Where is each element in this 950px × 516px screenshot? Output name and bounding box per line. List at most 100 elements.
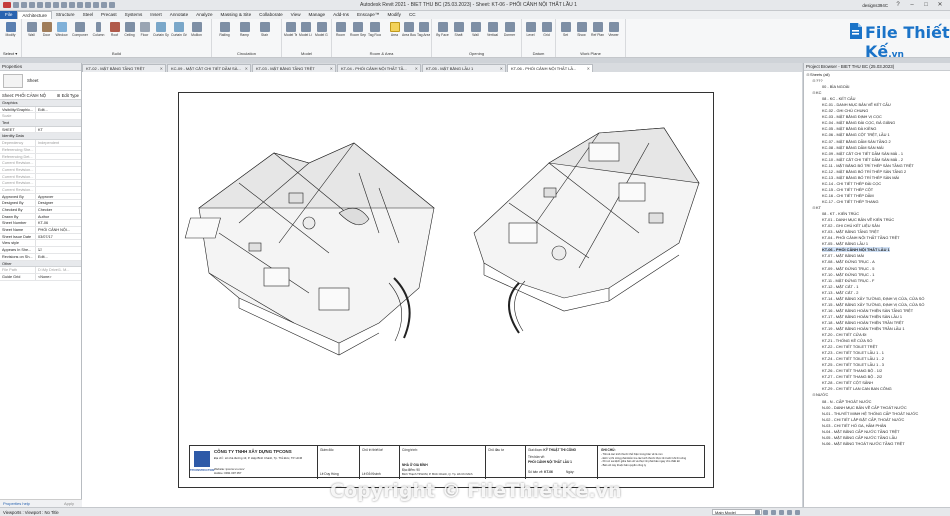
tool-dormer[interactable]: Dormer — [503, 22, 516, 37]
tool-area-boundary[interactable]: Area Boundary — [402, 22, 416, 37]
menu-enscape[interactable]: Enscape™ — [353, 11, 383, 19]
text-icon[interactable] — [77, 2, 83, 8]
tool-area[interactable]: Area — [388, 22, 401, 37]
property-category[interactable]: Text — [0, 120, 81, 127]
tab-kt-04[interactable]: KT-04 - PHỐI CẢNH NỘI THẤT TẦ... ✕ — [337, 64, 421, 72]
sync-icon[interactable] — [29, 2, 35, 8]
tab-close-icon[interactable]: ✕ — [330, 65, 333, 72]
tool-component[interactable]: Component — [72, 22, 88, 37]
maximize-button[interactable]: □ — [922, 2, 930, 8]
instance-filter[interactable]: Sheet: PHỐI CẢNH NỘ ⊞ Edit Type — [0, 91, 81, 100]
tab-kt-06[interactable]: KT-06 - PHỐI CẢNH NỘI THẤT LẦ... ✕ — [507, 64, 593, 72]
tool-grid[interactable]: Grid — [540, 22, 553, 37]
drawing-canvas[interactable]: TPCONSTRUCTION CÔNG TY TNHH XÂY DỰNG TPC… — [82, 72, 802, 508]
property-category[interactable]: Other — [0, 260, 81, 268]
close-button[interactable]: ✕ — [936, 2, 944, 8]
edit-type-button[interactable]: ⊞ Edit Type — [57, 91, 79, 100]
tool-stair[interactable]: Stair — [258, 22, 271, 37]
tool-window[interactable]: Window — [55, 22, 68, 37]
tool-column[interactable]: Column — [92, 22, 105, 37]
tab-close-icon[interactable]: ✕ — [500, 65, 503, 72]
tool-ceiling[interactable]: Ceiling — [123, 22, 136, 37]
close-hidden-icon[interactable] — [109, 2, 115, 8]
section-icon[interactable] — [93, 2, 99, 8]
property-value[interactable]: Designer — [36, 200, 81, 206]
property-value[interactable]: KT — [36, 127, 81, 133]
menu-massing-site[interactable]: Massing & Site — [217, 11, 256, 19]
menu-manage[interactable]: Manage — [305, 11, 330, 19]
property-value[interactable]: PHỐI CẢNH NỘI... — [36, 227, 81, 233]
menu-systems[interactable]: Systems — [121, 11, 147, 19]
tool-modify[interactable]: Modify — [4, 22, 17, 37]
tool-set[interactable]: Set — [559, 22, 572, 37]
tab-close-icon[interactable]: ✕ — [587, 65, 590, 72]
menu-cc[interactable]: CC — [405, 11, 420, 19]
tool-floor[interactable]: Floor — [138, 22, 151, 37]
tree-sheet-item[interactable]: N-06 - MẶT BẰNG THOÁT NƯỚC TẦNG TRỆT — [804, 441, 950, 447]
user-name[interactable]: designs394C — [862, 3, 888, 8]
tab-kc-09[interactable]: KC-09 - MẶT CẮT CHI TIẾT DẦM SÀ... ✕ — [167, 64, 251, 72]
property-value[interactable] — [36, 240, 81, 246]
minimize-button[interactable]: – — [908, 2, 916, 8]
3d-view-icon[interactable] — [85, 2, 91, 8]
property-value[interactable]: Edit... — [36, 107, 81, 113]
property-value[interactable]: Checker — [36, 207, 81, 213]
select-underlay-icon[interactable] — [779, 510, 784, 515]
menu-annotate[interactable]: Annotate — [166, 11, 192, 19]
tag-icon[interactable] — [69, 2, 75, 8]
tool-mullion[interactable]: Mullion — [190, 22, 203, 37]
menu-analyze[interactable]: Analyze — [192, 11, 216, 19]
menu-add-ins[interactable]: Add-Ins — [329, 11, 353, 19]
tool-room[interactable]: Room — [334, 22, 347, 37]
property-value[interactable]: <None> — [36, 274, 81, 280]
menu-file[interactable]: File — [0, 11, 18, 19]
undo-icon[interactable] — [37, 2, 43, 8]
tool-viewer[interactable]: Viewer — [607, 22, 620, 37]
thin-lines-icon[interactable] — [101, 2, 107, 8]
tool-ref-plane[interactable]: Ref Plane — [591, 22, 604, 37]
property-value[interactable]: Author — [36, 214, 81, 220]
property-value[interactable]: 03/07/17 — [36, 234, 81, 240]
quick-access-toolbar[interactable] — [0, 2, 115, 8]
tool-shaft[interactable]: Shaft — [452, 22, 465, 37]
measure-icon[interactable] — [61, 2, 67, 8]
menu-insert[interactable]: Insert — [146, 11, 166, 19]
tool-wall[interactable]: Wall — [25, 22, 38, 37]
tool-opening-wall[interactable]: Wall — [469, 22, 482, 37]
open-icon[interactable] — [13, 2, 19, 8]
tool-model-line[interactable]: Model Line — [299, 22, 312, 37]
tool-model-text[interactable]: Model Text — [284, 22, 297, 37]
property-category[interactable]: Graphics — [0, 100, 81, 107]
menu-precast[interactable]: Precast — [97, 11, 121, 19]
print-icon[interactable] — [53, 2, 59, 8]
tool-by-face[interactable]: By Face — [436, 22, 449, 37]
tool-show[interactable]: Show — [575, 22, 588, 37]
filter-icon[interactable] — [795, 510, 800, 515]
property-value[interactable]: Edit... — [36, 254, 81, 260]
tool-door[interactable]: Door — [40, 22, 53, 37]
redo-icon[interactable] — [45, 2, 51, 8]
tab-close-icon[interactable]: ✕ — [245, 65, 248, 72]
tab-kt-02[interactable]: KT-02 - MẶT BẰNG TẦNG TRỆT ✕ — [82, 64, 166, 72]
select-dropdown[interactable]: Select ▾ — [3, 51, 17, 56]
tab-kt-05[interactable]: KT-05 - MẶT BẰNG LẦU 1 ✕ — [422, 64, 506, 72]
property-value[interactable]: Approver — [36, 194, 81, 200]
select-pinned-icon[interactable] — [787, 510, 792, 515]
tab-kt-03[interactable]: KT-03 - MẶT BẰNG TẦNG TRỆT ✕ — [252, 64, 336, 72]
menu-steel[interactable]: Steel — [79, 11, 97, 19]
tool-model-group[interactable]: Model Group — [315, 22, 328, 37]
tool-curtain-grid[interactable]: Curtain Grid — [171, 22, 187, 37]
tool-room-separator[interactable]: Room Separator — [350, 22, 366, 37]
menu-modify[interactable]: Modify — [383, 11, 405, 19]
menu-view[interactable]: View — [287, 11, 305, 19]
select-links-icon[interactable] — [771, 510, 776, 515]
properties-help-link[interactable]: Properties help — [3, 501, 30, 506]
tool-tag-room[interactable]: Tag Room — [368, 22, 381, 37]
tool-roof[interactable]: Roof — [108, 22, 121, 37]
worksets-icon[interactable] — [755, 510, 760, 515]
tool-curtain-system[interactable]: Curtain System — [153, 22, 169, 37]
revit-logo-icon[interactable] — [3, 2, 11, 8]
tab-close-icon[interactable]: ✕ — [160, 65, 163, 72]
tool-level[interactable]: Level — [524, 22, 537, 37]
menu-collaborate[interactable]: Collaborate — [255, 11, 287, 19]
